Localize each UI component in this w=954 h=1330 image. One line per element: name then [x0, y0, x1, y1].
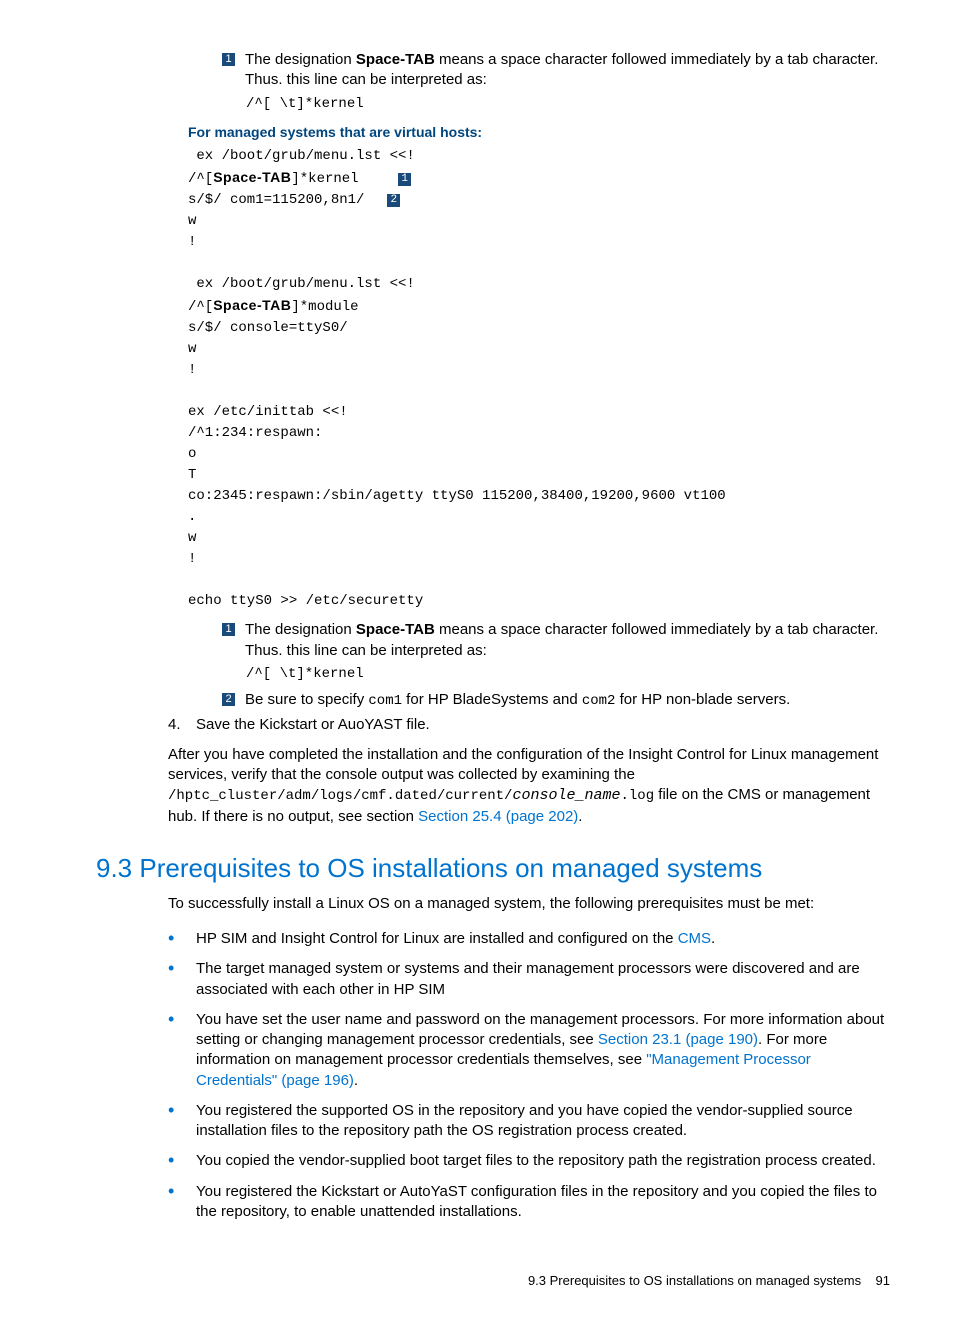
- c: Space-TAB: [213, 297, 291, 313]
- prerequisites-list: •HP SIM and Insight Control for Linux ar…: [168, 929, 894, 1222]
- bullet-icon: •: [168, 1182, 196, 1223]
- link-section-25-4[interactable]: Section 25.4 (page 202): [418, 808, 578, 825]
- bullet-icon: •: [168, 1010, 196, 1091]
- t: You have set the user name and password …: [196, 1010, 894, 1091]
- c: !: [188, 362, 196, 378]
- c: .: [188, 509, 196, 525]
- callout-1-top: 1 The designation Space-TAB means a spac…: [222, 50, 894, 91]
- t: /hptc_cluster/adm/logs/cmf.dated/current…: [168, 788, 512, 804]
- inline-badge-1: 1: [398, 173, 411, 186]
- t: Be sure to specify: [245, 691, 368, 708]
- callout-1b-text: The designation Space-TAB means a space …: [245, 620, 894, 661]
- t: HP SIM and Insight Control for Linux are…: [196, 929, 894, 949]
- step-4-num: 4.: [168, 715, 196, 735]
- t: .: [711, 930, 715, 947]
- t: HP SIM and Insight Control for Linux are…: [196, 930, 678, 947]
- subheading-virtual-hosts: For managed systems that are virtual hos…: [188, 123, 894, 142]
- t: console_name: [512, 787, 620, 804]
- t: You registered the supported OS in the r…: [196, 1101, 894, 1142]
- c: ]*module: [291, 299, 358, 315]
- list-item: •You registered the Kickstart or AutoYaS…: [168, 1182, 894, 1223]
- t: .: [578, 808, 582, 825]
- c: ex /etc/inittab <<!: [188, 404, 348, 420]
- t: The designation: [245, 621, 356, 638]
- c: ]*kernel: [291, 171, 358, 187]
- c: /^[: [188, 171, 213, 187]
- c: !: [188, 551, 196, 567]
- c: o: [188, 446, 196, 462]
- step-4: 4. Save the Kickstart or AuoYAST file.: [168, 715, 894, 735]
- callout-2: 2 Be sure to specify com1 for HP BladeSy…: [222, 690, 894, 711]
- t: Space-TAB: [356, 51, 435, 68]
- section-9-3-heading: 9.3 Prerequisites to OS installations on…: [96, 851, 894, 886]
- step-4-text: Save the Kickstart or AuoYAST file.: [196, 715, 430, 735]
- link-cms[interactable]: CMS: [678, 930, 711, 947]
- closing-paragraph: After you have completed the installatio…: [168, 745, 894, 827]
- t: You registered the Kickstart or AutoYaST…: [196, 1182, 894, 1223]
- callout-badge-1: 1: [222, 53, 235, 66]
- t: You copied the vendor-supplied boot targ…: [196, 1151, 894, 1171]
- callout-1b-code: /^[ \t]*kernel: [246, 665, 894, 684]
- c: s/$/ console=ttyS0/: [188, 320, 348, 336]
- bullet-icon: •: [168, 1101, 196, 1142]
- t: com1: [368, 693, 402, 709]
- inline-badge-2: 2: [387, 194, 400, 207]
- callout-1-text: The designation Space-TAB means a space …: [245, 50, 894, 91]
- c: w: [188, 341, 196, 357]
- code-block: ex /boot/grub/menu.lst <<! /^[Space-TAB]…: [188, 146, 894, 612]
- list-item: •You registered the supported OS in the …: [168, 1101, 894, 1142]
- t: The designation: [245, 51, 356, 68]
- bullet-icon: •: [168, 959, 196, 1000]
- c: /^[: [188, 299, 213, 315]
- t: for HP non-blade servers.: [615, 691, 790, 708]
- page-footer: 9.3 Prerequisites to OS installations on…: [60, 1272, 894, 1290]
- c: !: [188, 234, 196, 250]
- t: Space-TAB: [356, 621, 435, 638]
- c: ex /boot/grub/menu.lst <<!: [188, 276, 415, 292]
- list-item: •You copied the vendor-supplied boot tar…: [168, 1151, 894, 1171]
- c: Space-TAB: [213, 169, 291, 185]
- callout-1-code: /^[ \t]*kernel: [246, 95, 894, 114]
- c: s/$/ com1=115200,8n1/: [188, 192, 364, 208]
- callout-1-bottom: 1 The designation Space-TAB means a spac…: [222, 620, 894, 661]
- bullet-icon: •: [168, 1151, 196, 1171]
- callout-badge-2: 2: [222, 693, 235, 706]
- t: After you have completed the installatio…: [168, 746, 878, 783]
- t: The target managed system or systems and…: [196, 959, 894, 1000]
- c: echo ttyS0 >> /etc/securetty: [188, 593, 423, 609]
- list-item: •HP SIM and Insight Control for Linux ar…: [168, 929, 894, 949]
- link-section-23-1[interactable]: Section 23.1 (page 190): [598, 1031, 758, 1048]
- callout-2-text: Be sure to specify com1 for HP BladeSyst…: [245, 690, 894, 711]
- c: w: [188, 530, 196, 546]
- t: .: [354, 1072, 358, 1089]
- footer-page-number: 91: [876, 1273, 890, 1288]
- list-item: •The target managed system or systems an…: [168, 959, 894, 1000]
- list-item: •You have set the user name and password…: [168, 1010, 894, 1091]
- bullet-icon: •: [168, 929, 196, 949]
- footer-section: 9.3 Prerequisites to OS installations on…: [528, 1273, 861, 1288]
- c: w: [188, 213, 196, 229]
- c: co:2345:respawn:/sbin/agetty ttyS0 11520…: [188, 488, 726, 504]
- section-intro: To successfully install a Linux OS on a …: [168, 894, 894, 914]
- t: .log: [621, 788, 655, 804]
- c: /^1:234:respawn:: [188, 425, 322, 441]
- c: T: [188, 467, 196, 483]
- t: com2: [582, 693, 616, 709]
- t: for HP BladeSystems and: [402, 691, 582, 708]
- callout-badge-1b: 1: [222, 623, 235, 636]
- c: ex /boot/grub/menu.lst <<!: [188, 148, 415, 164]
